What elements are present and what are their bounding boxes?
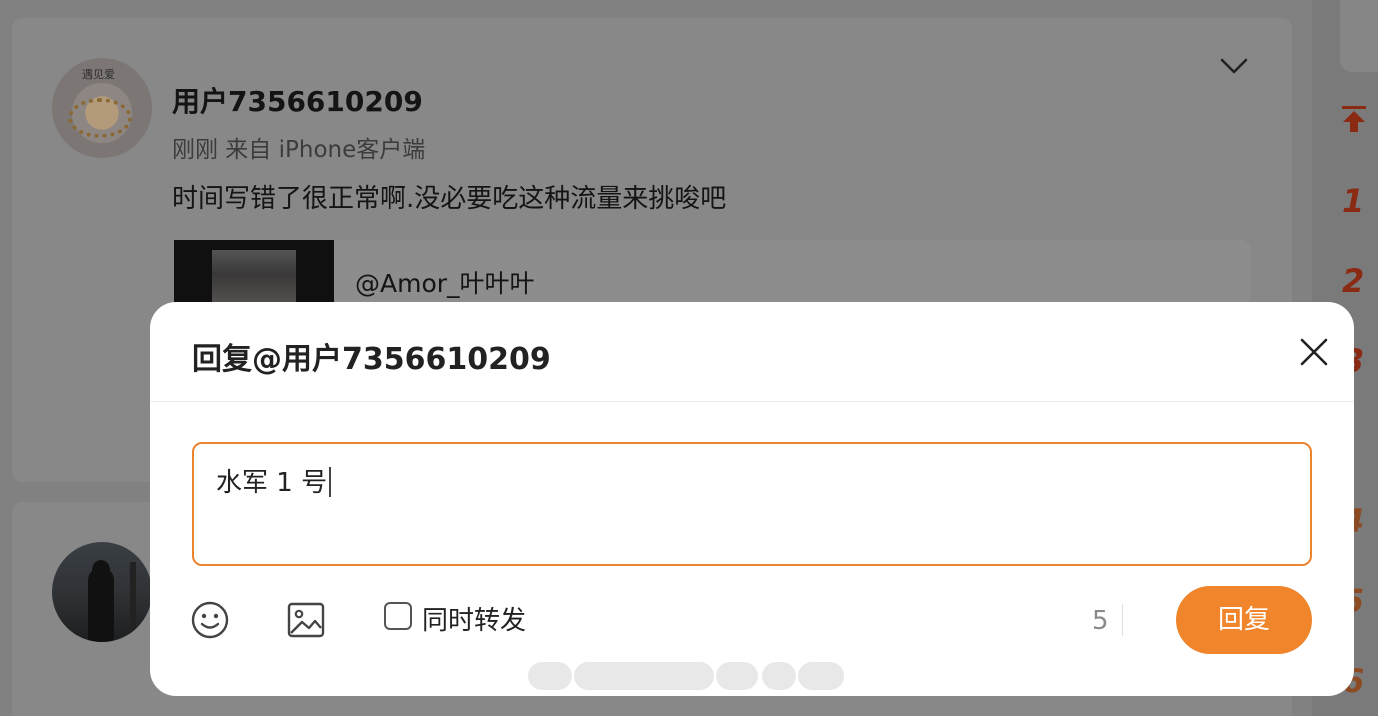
avatar[interactable]: 遇见爱 — [52, 58, 152, 158]
reply-input-value[interactable]: 水军 1 号 — [216, 462, 332, 499]
repost-checkbox[interactable] — [384, 602, 412, 630]
keyboard-suggestion[interactable] — [762, 662, 796, 690]
thumbnail-image — [212, 250, 296, 310]
close-icon[interactable] — [1296, 334, 1332, 370]
char-count: 5 — [1092, 606, 1109, 636]
repost-label[interactable]: 同时转发 — [422, 600, 526, 637]
avatar-logo: 遇见爱 — [82, 68, 115, 81]
quoted-user[interactable]: @Amor_叶叶叶 — [355, 264, 535, 300]
reply-input[interactable]: 水军 1 号 — [192, 442, 1312, 566]
reply-dialog: 回复@用户7356610209 水军 1 号 同时转发 5 回复 — [150, 302, 1354, 696]
dialog-header: 回复@用户7356610209 — [150, 302, 1354, 402]
avatar-figure — [88, 568, 114, 642]
rail-rank-1[interactable]: 1 — [1342, 182, 1364, 220]
rail-search-box[interactable] — [1340, 0, 1378, 72]
post-text: 时间写错了很正常啊.没必要吃这种流量来挑唆吧 — [172, 184, 727, 214]
avatar-lamp-post — [130, 562, 136, 642]
keyboard-suggestion[interactable] — [574, 662, 714, 690]
text-caret — [329, 467, 332, 497]
image-icon[interactable] — [286, 600, 326, 640]
dialog-title: 回复@用户7356610209 — [192, 342, 551, 377]
emoji-icon[interactable] — [190, 600, 230, 640]
keyboard-suggestion[interactable] — [798, 662, 844, 690]
avatar[interactable] — [52, 542, 152, 642]
chevron-down-icon[interactable] — [1218, 52, 1250, 80]
rail-rank-2[interactable]: 2 — [1342, 262, 1364, 300]
bracelet-shape — [68, 98, 132, 138]
quoted-thumbnail[interactable] — [174, 240, 334, 310]
post-username[interactable]: 用户7356610209 — [172, 80, 423, 120]
keyboard-suggestion[interactable] — [528, 662, 572, 690]
keyboard-suggestion[interactable] — [716, 662, 758, 690]
post-meta: 刚刚 来自 iPhone客户端 — [172, 137, 426, 163]
reply-button[interactable]: 回复 — [1176, 586, 1312, 654]
arrow-up-to-top-icon[interactable] — [1340, 104, 1368, 134]
divider — [1122, 604, 1123, 636]
